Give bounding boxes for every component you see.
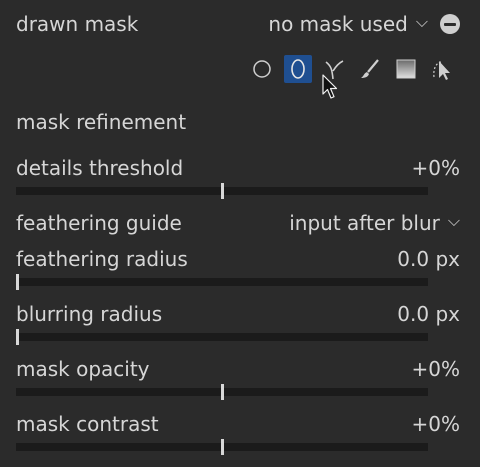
details-threshold-row[interactable]: details threshold +0% — [16, 154, 460, 182]
slider-thumb[interactable] — [16, 274, 19, 290]
ellipse-icon — [291, 59, 305, 79]
tool-circle[interactable] — [248, 55, 276, 83]
drawn-mask-controls: no mask used ⌵ — [268, 12, 460, 36]
details-threshold-value: +0% — [411, 156, 461, 180]
feathering-guide-dropdown[interactable]: input after blur ⌵ — [289, 211, 460, 235]
mask-status-value: no mask used — [268, 12, 408, 36]
blurring-radius-row[interactable]: blurring radius 0.0 px — [16, 300, 460, 328]
blurring-radius-slider[interactable] — [16, 329, 428, 345]
mask-tools-toolbar — [248, 55, 456, 83]
mask-opacity-row[interactable]: mask opacity +0% — [16, 355, 460, 383]
mask-status-dropdown[interactable]: no mask used ⌵ — [268, 12, 428, 36]
details-threshold-label: details threshold — [16, 156, 184, 180]
feathering-radius-slider[interactable] — [16, 274, 428, 290]
mask-contrast-row[interactable]: mask contrast +0% — [16, 410, 460, 438]
chevron-down-icon: ⌵ — [415, 12, 428, 31]
slider-thumb[interactable] — [221, 183, 224, 199]
brush-icon — [361, 59, 379, 78]
mask-opacity-value: +0% — [411, 357, 461, 381]
mask-contrast-value: +0% — [411, 412, 461, 436]
tool-ellipse[interactable] — [284, 55, 312, 83]
slider-thumb[interactable] — [221, 439, 224, 455]
mask-opacity-slider[interactable] — [16, 384, 428, 400]
feathering-guide-label: feathering guide — [16, 211, 182, 235]
mouse-pointer-icon — [322, 74, 338, 99]
show-edit-masks-icon — [433, 61, 450, 80]
slider-thumb[interactable] — [221, 384, 224, 400]
drawn-mask-title: drawn mask — [16, 12, 139, 36]
chevron-down-icon: ⌵ — [447, 211, 460, 230]
tool-gradient[interactable] — [392, 55, 420, 83]
feathering-guide-value: input after blur — [289, 211, 440, 235]
feathering-radius-row[interactable]: feathering radius 0.0 px — [16, 245, 460, 273]
feathering-guide-row[interactable]: feathering guide input after blur ⌵ — [16, 209, 460, 237]
mask-contrast-label: mask contrast — [16, 412, 159, 436]
gradient-icon — [396, 59, 416, 79]
mask-contrast-slider[interactable] — [16, 439, 428, 455]
feathering-radius-value: 0.0 px — [397, 247, 460, 271]
drawn-mask-header: drawn mask no mask used ⌵ — [16, 10, 460, 38]
tool-brush[interactable] — [356, 55, 384, 83]
blurring-radius-value: 0.0 px — [397, 302, 460, 326]
mask-opacity-label: mask opacity — [16, 357, 150, 381]
feathering-radius-label: feathering radius — [16, 247, 188, 271]
tool-show-edit-masks[interactable] — [428, 55, 456, 83]
details-threshold-slider[interactable] — [16, 183, 428, 199]
blurring-radius-label: blurring radius — [16, 302, 163, 326]
remove-mask-icon[interactable] — [440, 14, 460, 34]
circle-icon — [253, 60, 271, 78]
slider-thumb[interactable] — [16, 329, 19, 345]
mask-refinement-heading: mask refinement — [16, 110, 187, 134]
